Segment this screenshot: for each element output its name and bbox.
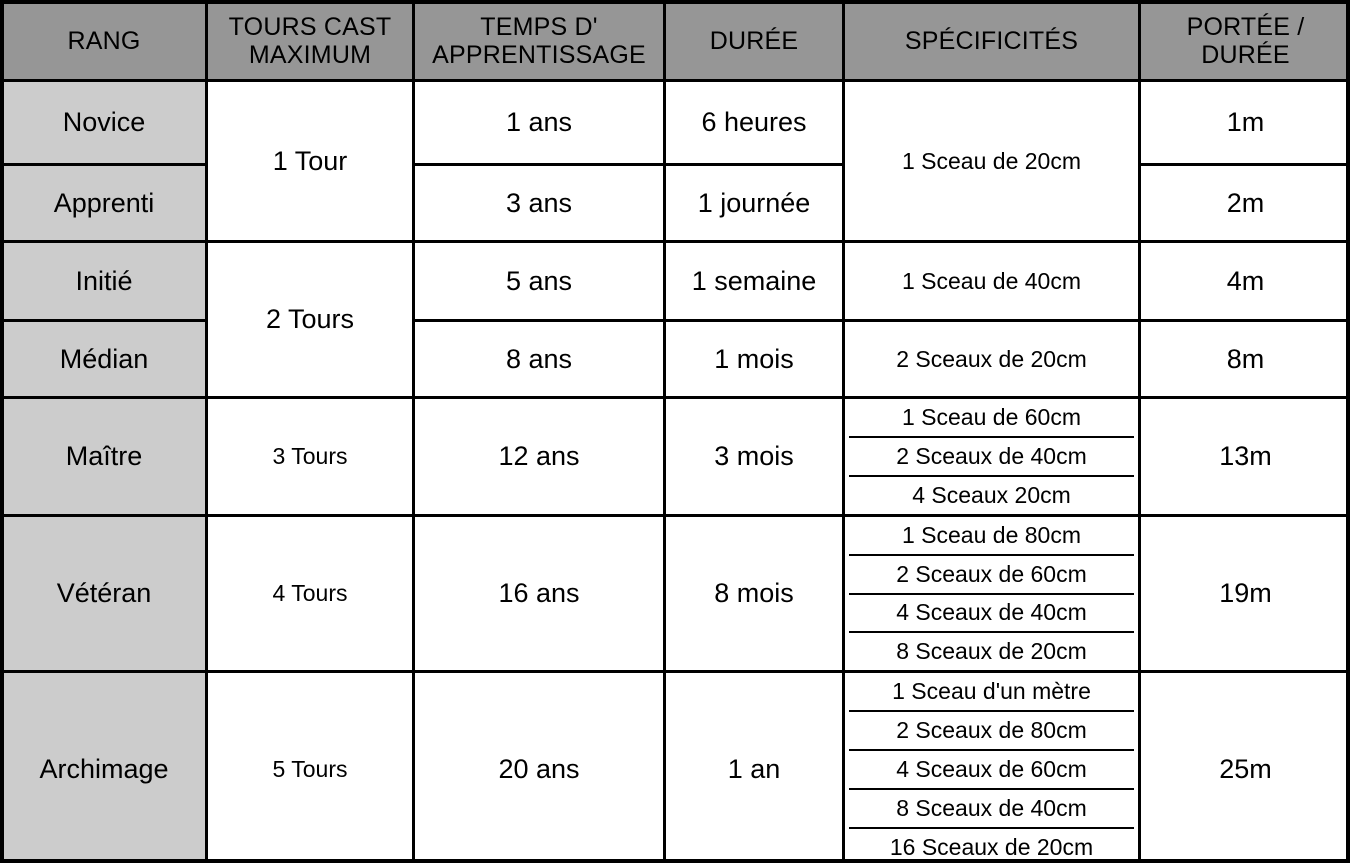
column-header-rang: RANG (0, 0, 208, 82)
table-header: RANG TOURS CAST MAXIMUM TEMPS D' APPRENT… (0, 0, 1350, 82)
cell-temps-apprentissage: 12 ans (412, 396, 666, 517)
specificite-item: 1 Sceau de 40cm (901, 267, 1081, 294)
rank-progression-table: RANG TOURS CAST MAXIMUM TEMPS D' APPRENT… (0, 0, 1350, 863)
specificite-item: 2 Sceaux de 40cm (849, 438, 1134, 477)
column-header-tours-cast-maximum: TOURS CAST MAXIMUM (205, 0, 415, 82)
cell-duree: 6 heures (663, 79, 845, 166)
header-line-2: APPRENTISSAGE (432, 41, 646, 69)
specificite-item: 2 Sceaux de 20cm (896, 345, 1087, 372)
specificite-item: 4 Sceaux 20cm (912, 482, 1071, 508)
cell-duree: 1 mois (663, 319, 845, 399)
cell-rang: Initié (0, 240, 208, 322)
table-row: Archimage 5 Tours 20 ans 1 an 1 Sceau d'… (0, 670, 1350, 863)
specificite-item: 2 Sceaux de 80cm (849, 712, 1134, 751)
specificite-item: 1 Sceau de 60cm (849, 401, 1134, 438)
column-header-duree: DURÉE (663, 0, 845, 82)
cell-temps-apprentissage: 16 ans (412, 514, 666, 673)
cell-rang: Vétéran (0, 514, 208, 673)
column-header-temps-apprentissage: TEMPS D' APPRENTISSAGE (412, 0, 666, 82)
cell-duree: 3 mois (663, 396, 845, 517)
cell-temps-apprentissage: 3 ans (412, 163, 666, 243)
header-line-1: TOURS CAST (228, 13, 392, 41)
specificite-item: 4 Sceaux de 60cm (849, 751, 1134, 790)
specificites-stack: 1 Sceau de 20cm (849, 84, 1134, 239)
header-line-1: TEMPS D' (480, 13, 598, 41)
cell-tours-cast-maximum: 5 Tours (205, 670, 415, 863)
specificites-stack: 1 Sceau d'un mètre 2 Sceaux de 80cm 4 Sc… (849, 675, 1134, 863)
specificites-stack: 1 Sceau de 60cm 2 Sceaux de 40cm 4 Sceau… (849, 401, 1134, 513)
cell-temps-apprentissage: 1 ans (412, 79, 666, 166)
table-row: Vétéran 4 Tours 16 ans 8 mois 1 Sceau de… (0, 514, 1350, 673)
specificite-item: 8 Sceaux de 40cm (849, 790, 1134, 829)
table-row: Novice 1 Tour 1 ans 6 heures 1 Sceau de … (0, 79, 1350, 243)
cell-specificites: 2 Sceaux de 20cm (842, 319, 1141, 399)
header-line-2: MAXIMUM (248, 41, 372, 69)
cell-temps-apprentissage: 20 ans (412, 670, 666, 863)
table-row: Apprenti 3 ans 1 journée 2m (0, 163, 1350, 243)
cell-portee-duree: 1m (1138, 79, 1350, 166)
cell-rang: Apprenti (0, 163, 208, 243)
cell-specificites: 1 Sceau d'un mètre 2 Sceaux de 80cm 4 Sc… (842, 670, 1141, 863)
cell-tours-cast-maximum: 3 Tours (205, 396, 415, 517)
cell-temps-apprentissage: 8 ans (412, 319, 666, 399)
specificite-item: 1 Sceau de 20cm (901, 147, 1081, 174)
cell-rang: Novice (0, 79, 208, 166)
cell-portee-duree: 8m (1138, 319, 1350, 399)
cell-specificites: 1 Sceau de 40cm (842, 240, 1141, 322)
specificites-stack: 1 Sceau de 80cm 2 Sceaux de 60cm 4 Sceau… (849, 519, 1134, 669)
cell-tours-cast-maximum: 2 Tours (205, 240, 415, 399)
header-row: RANG TOURS CAST MAXIMUM TEMPS D' APPRENT… (0, 0, 1350, 82)
table-row: Maître 3 Tours 12 ans 3 mois 1 Sceau de … (0, 396, 1350, 517)
cell-tours-cast-maximum: 4 Tours (205, 514, 415, 673)
cell-duree: 1 an (663, 670, 845, 863)
specificite-item: 4 Sceaux de 40cm (849, 595, 1134, 634)
specificites-stack: 1 Sceau de 40cm (849, 245, 1134, 318)
cell-duree: 8 mois (663, 514, 845, 673)
specificite-item: 2 Sceaux de 60cm (849, 556, 1134, 595)
specificite-item: 1 Sceau d'un mètre (849, 675, 1134, 712)
specificite-item: 8 Sceaux de 20cm (896, 638, 1087, 665)
cell-specificites: 1 Sceau de 60cm 2 Sceaux de 40cm 4 Sceau… (842, 396, 1141, 517)
cell-tours-cast-maximum: 1 Tour (205, 79, 415, 243)
header-line-2: DURÉE (1201, 41, 1290, 69)
specificite-item: 1 Sceau de 80cm (849, 519, 1134, 556)
column-header-specificites: SPÉCIFICITÉS (842, 0, 1141, 82)
table-row: Initié 2 Tours 5 ans 1 semaine 1 Sceau d… (0, 240, 1350, 399)
cell-temps-apprentissage: 5 ans (412, 240, 666, 322)
cell-portee-duree: 25m (1138, 670, 1350, 863)
cell-duree: 1 journée (663, 163, 845, 243)
cell-portee-duree: 2m (1138, 163, 1350, 243)
header-line-1: PORTÉE / (1186, 13, 1305, 41)
cell-portee-duree: 19m (1138, 514, 1350, 673)
cell-rang: Médian (0, 319, 208, 399)
cell-specificites: 1 Sceau de 80cm 2 Sceaux de 60cm 4 Sceau… (842, 514, 1141, 673)
table-row: Médian 8 ans 1 mois 2 Sceaux de 20cm 8m (0, 319, 1350, 399)
column-header-portee-duree: PORTÉE / DURÉE (1138, 0, 1350, 82)
table-body: Novice 1 Tour 1 ans 6 heures 1 Sceau de … (0, 79, 1350, 863)
cell-portee-duree: 13m (1138, 396, 1350, 517)
cell-rang: Maître (0, 396, 208, 517)
cell-portee-duree: 4m (1138, 240, 1350, 322)
cell-specificites: 1 Sceau de 20cm (842, 79, 1141, 243)
cell-duree: 1 semaine (663, 240, 845, 322)
specificites-stack: 2 Sceaux de 20cm (849, 324, 1134, 395)
specificite-item: 16 Sceaux de 20cm (889, 834, 1094, 860)
table-screenshot: RANG TOURS CAST MAXIMUM TEMPS D' APPRENT… (0, 0, 1350, 863)
cell-rang: Archimage (0, 670, 208, 863)
